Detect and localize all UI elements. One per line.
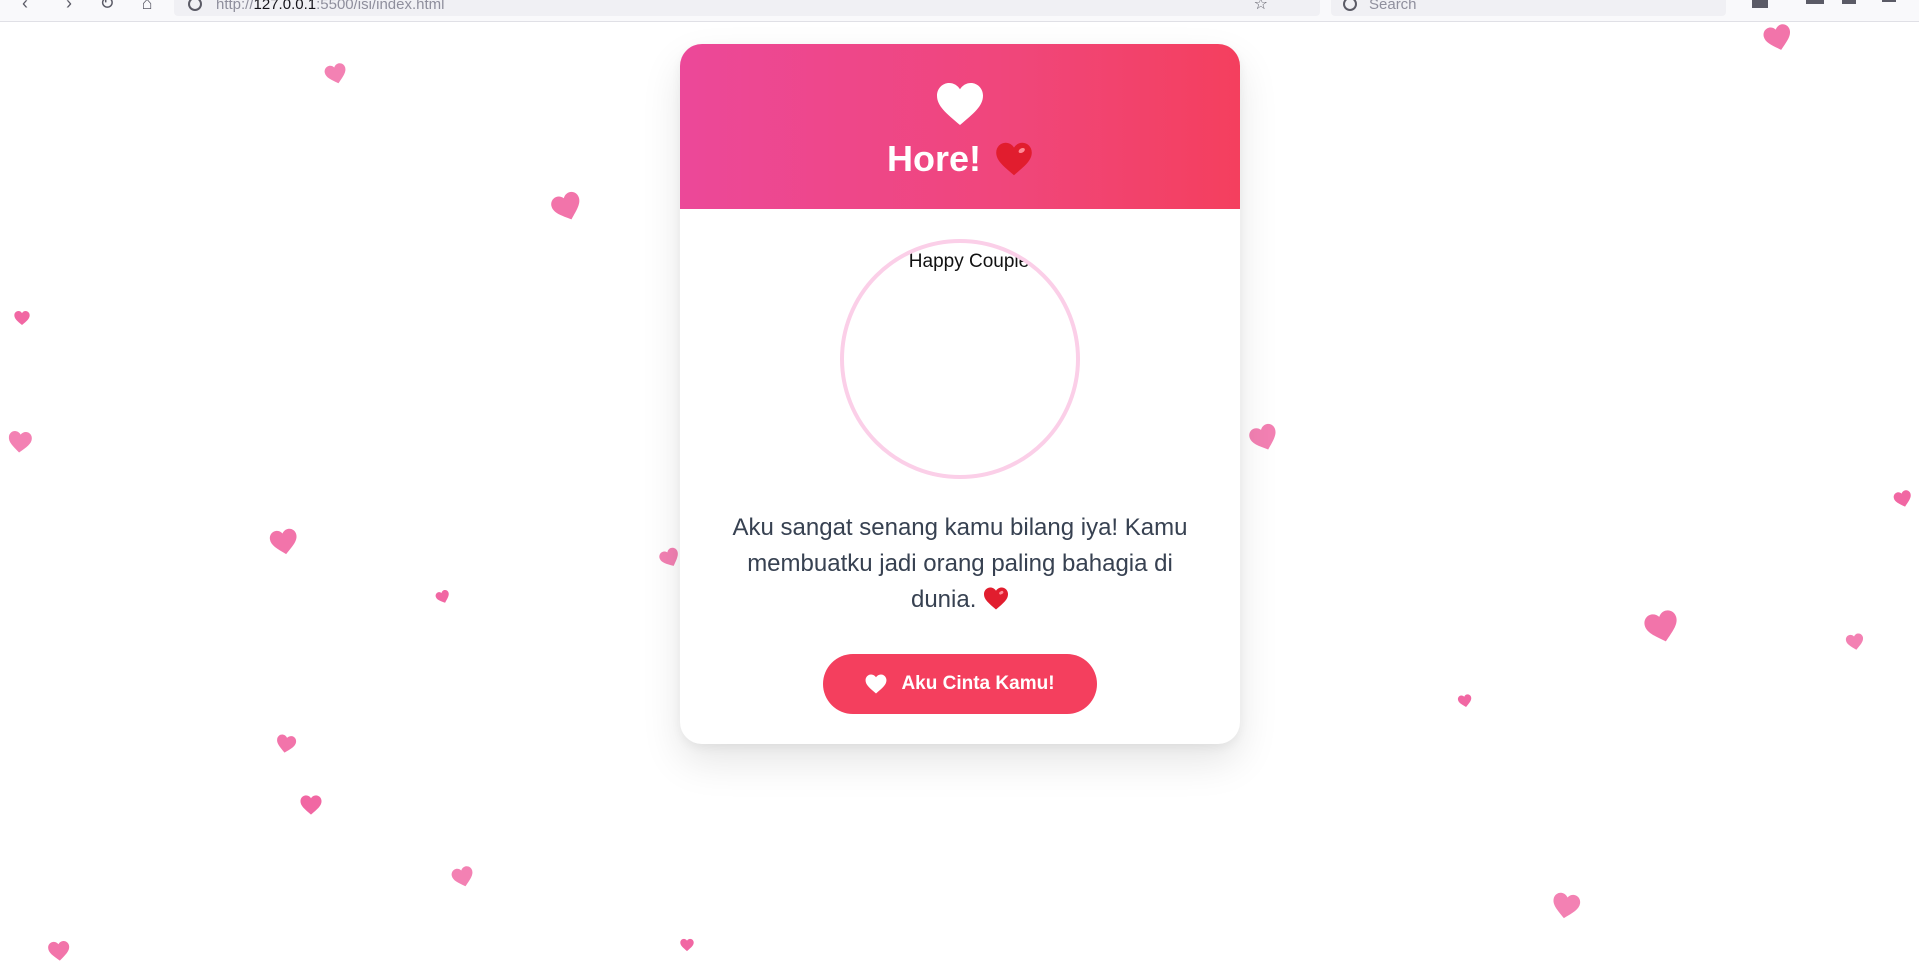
message-text: Aku sangat senang kamu bilang iya! Kamu …: [732, 514, 1188, 613]
search-placeholder: Search: [1369, 0, 1417, 13]
red-heart-emoji: [995, 142, 1033, 176]
floating-heart-icon: [1845, 632, 1866, 653]
address-bar[interactable]: http://127.0.0.1:5500/isi/index.html ☆: [174, 0, 1320, 16]
search-icon: [188, 0, 202, 11]
floating-heart-icon: [1550, 890, 1582, 922]
card-header: Hore!: [680, 44, 1240, 209]
floating-heart-icon: [274, 732, 297, 755]
floating-heart-icon: [1246, 420, 1282, 456]
love-card: Hore! Happy Couple Aku sangat senang kam…: [680, 44, 1240, 744]
search-bar[interactable]: Search: [1331, 0, 1726, 16]
floating-heart-icon: [450, 864, 477, 891]
heart-icon: [865, 674, 887, 694]
reload-icon[interactable]: ↻: [96, 0, 118, 14]
browser-toolbar: ‹ › ↻ ⌂ http://127.0.0.1:5500/isi/index.…: [0, 0, 1919, 22]
couple-photo: Happy Couple: [840, 239, 1080, 479]
love-message: Aku sangat senang kamu bilang iya! Kamu …: [720, 510, 1200, 618]
floating-heart-icon: [1761, 21, 1795, 55]
bookmark-star-icon[interactable]: ☆: [1254, 0, 1268, 14]
floating-heart-icon: [548, 188, 586, 226]
menu-icon[interactable]: [1882, 0, 1896, 2]
extensions-icon[interactable]: [1752, 0, 1768, 8]
floating-heart-icon: [268, 526, 300, 558]
floating-heart-icon: [323, 61, 350, 88]
url-text: http://127.0.0.1:5500/isi/index.html: [216, 0, 445, 13]
back-icon[interactable]: ‹: [14, 0, 36, 14]
floating-heart-icon: [434, 588, 452, 606]
love-button[interactable]: Aku Cinta Kamu!: [823, 654, 1097, 714]
floating-heart-icon: [1641, 606, 1683, 648]
love-button-label: Aku Cinta Kamu!: [901, 673, 1055, 694]
account-icon[interactable]: [1842, 0, 1856, 4]
home-icon[interactable]: ⌂: [136, 0, 158, 14]
floating-heart-icon: [7, 429, 33, 455]
heart-icon: [936, 82, 984, 126]
floating-heart-icon: [300, 794, 322, 816]
red-heart-emoji: [983, 587, 1009, 610]
floating-heart-icon: [1457, 693, 1473, 709]
forward-icon[interactable]: ›: [58, 0, 80, 14]
search-icon: [1343, 0, 1357, 11]
title-text: Hore!: [886, 137, 981, 179]
floating-heart-icon: [1892, 488, 1914, 510]
library-icon[interactable]: [1806, 0, 1824, 4]
photo-alt-text: Happy Couple: [908, 251, 1030, 272]
floating-heart-icon: [47, 939, 71, 963]
floating-heart-icon: [14, 310, 30, 326]
page-title: Hore!: [887, 138, 1033, 180]
